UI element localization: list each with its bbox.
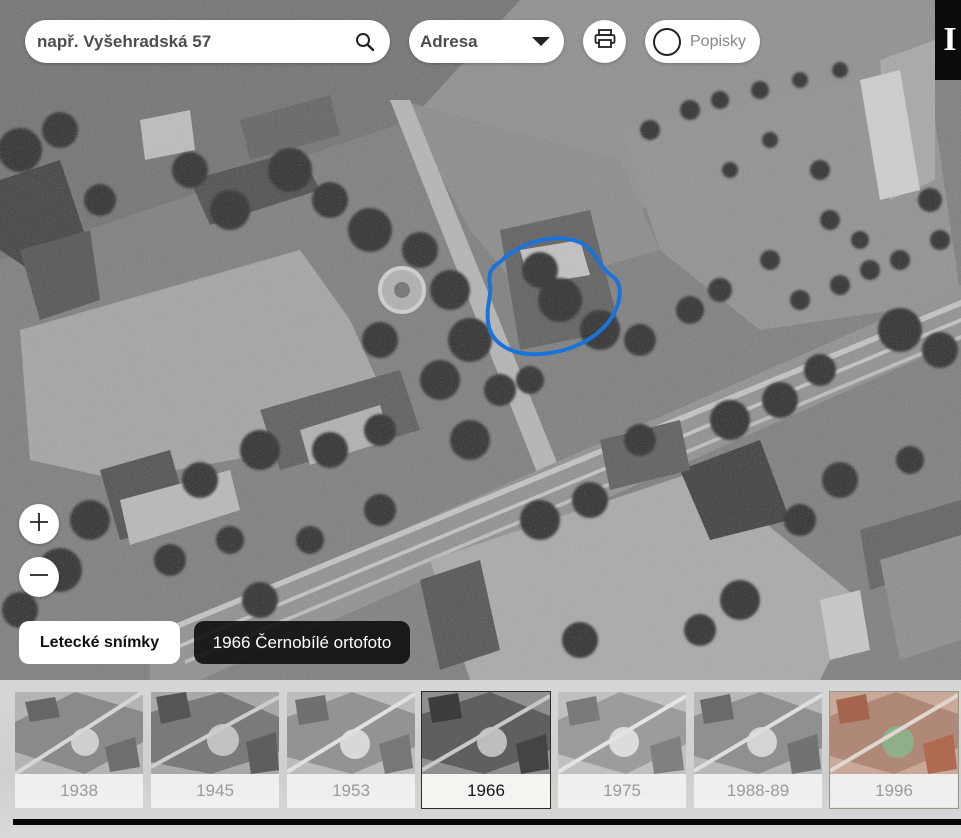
timeline-thumbnail [287, 692, 415, 774]
timeline-thumbnail [15, 692, 143, 774]
timeline-year: 1975 [558, 774, 686, 808]
timeline-item-1953[interactable]: 1953 [287, 692, 415, 808]
zoom-out-button[interactable] [19, 557, 59, 597]
timeline-scrollbar[interactable] [13, 819, 961, 825]
search-input[interactable] [37, 20, 354, 63]
minus-icon [29, 565, 49, 590]
labels-toggle-label: Popisky [690, 32, 747, 50]
timeline: 1938 1945 1953 1966 1975 1988-89 1996 [0, 680, 961, 838]
timeline-year: 1953 [287, 774, 415, 808]
timeline-year: 1996 [830, 774, 958, 808]
print-button[interactable] [583, 20, 626, 63]
timeline-thumbnail [151, 692, 279, 774]
search-type-select[interactable]: Adresa [409, 20, 564, 63]
plus-icon [29, 512, 49, 537]
timeline-thumbnail [694, 692, 822, 774]
search-type-value: Adresa [420, 31, 478, 51]
timeline-year: 1945 [151, 774, 279, 808]
labels-radio[interactable] [653, 27, 681, 56]
aerial-map[interactable] [0, 0, 961, 680]
search-box[interactable] [25, 20, 390, 63]
chevron-down-icon [532, 37, 550, 46]
current-layer-caption: 1966 Černobílé ortofoto [194, 621, 410, 664]
timeline-item-1938[interactable]: 1938 [15, 692, 143, 808]
timeline-year: 1988-89 [694, 774, 822, 808]
timeline-item-1966[interactable]: 1966 [421, 691, 551, 809]
search-icon[interactable] [354, 31, 376, 53]
timeline-item-1945[interactable]: 1945 [151, 692, 279, 808]
aerial-photos-button[interactable]: Letecké snímky [19, 621, 180, 664]
timeline-thumbnail [422, 692, 550, 774]
timeline-thumbnail [830, 692, 958, 774]
timeline-item-1996[interactable]: 1996 [829, 691, 959, 809]
info-button[interactable]: I [935, 0, 961, 80]
zoom-in-button[interactable] [19, 504, 59, 544]
timeline-year: 1966 [422, 774, 550, 808]
labels-toggle[interactable]: Popisky [645, 20, 760, 63]
timeline-item-1975[interactable]: 1975 [558, 692, 686, 808]
printer-icon [594, 29, 616, 54]
timeline-thumbnail [558, 692, 686, 774]
timeline-item-1988-89[interactable]: 1988-89 [694, 692, 822, 808]
timeline-year: 1938 [15, 774, 143, 808]
